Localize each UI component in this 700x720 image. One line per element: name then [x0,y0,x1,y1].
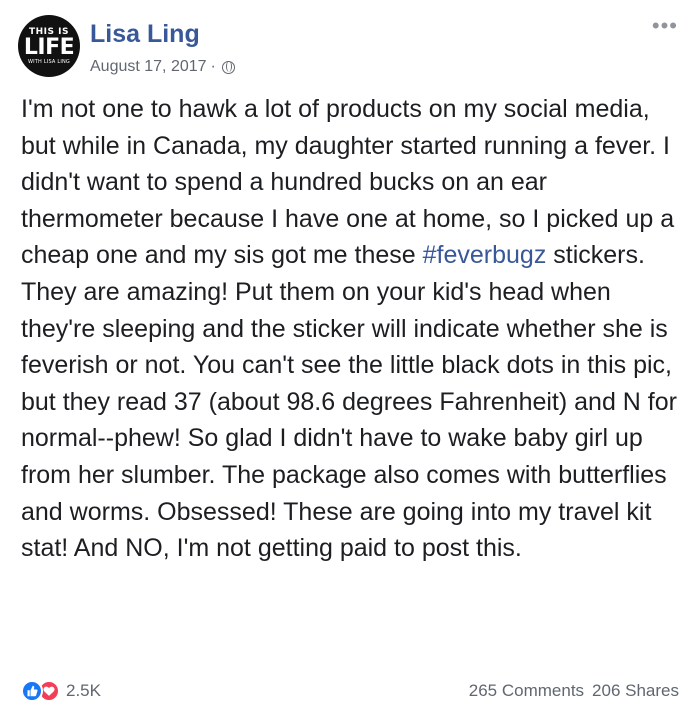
comments-count[interactable]: 265 Comments [469,681,584,701]
post-text: I'm not one to hawk a lot of products on… [21,91,686,567]
author-name[interactable]: Lisa Ling [90,20,200,49]
more-options-icon[interactable]: ••• [652,15,678,37]
post-date[interactable]: August 17, 2017 [90,58,207,76]
facebook-post: THIS IS LIFE WITH LISA LING Lisa Ling Au… [0,0,700,720]
post-meta: August 17, 2017 · [90,58,235,76]
shares-count[interactable]: 206 Shares [592,681,679,701]
post-stats: 265 Comments 206 Shares [469,681,679,701]
post-header: THIS IS LIFE WITH LISA LING Lisa Ling Au… [18,15,682,77]
reaction-count: 2.5K [66,681,101,700]
post-footer: 2.5K 265 Comments 206 Shares [21,677,679,705]
avatar-logo-main: LIFE [23,35,75,60]
avatar[interactable]: THIS IS LIFE WITH LISA LING [18,15,80,77]
avatar-logo-sub: WITH LISA LING [27,59,71,65]
post-text-part-2: stickers. They are amazing! Put them on … [21,241,677,563]
reactions-summary[interactable]: 2.5K [21,680,101,702]
globe-icon[interactable] [221,60,235,74]
like-icon [21,680,43,702]
hashtag-link[interactable]: #feverbugz [423,241,547,269]
meta-separator: · [210,58,216,75]
